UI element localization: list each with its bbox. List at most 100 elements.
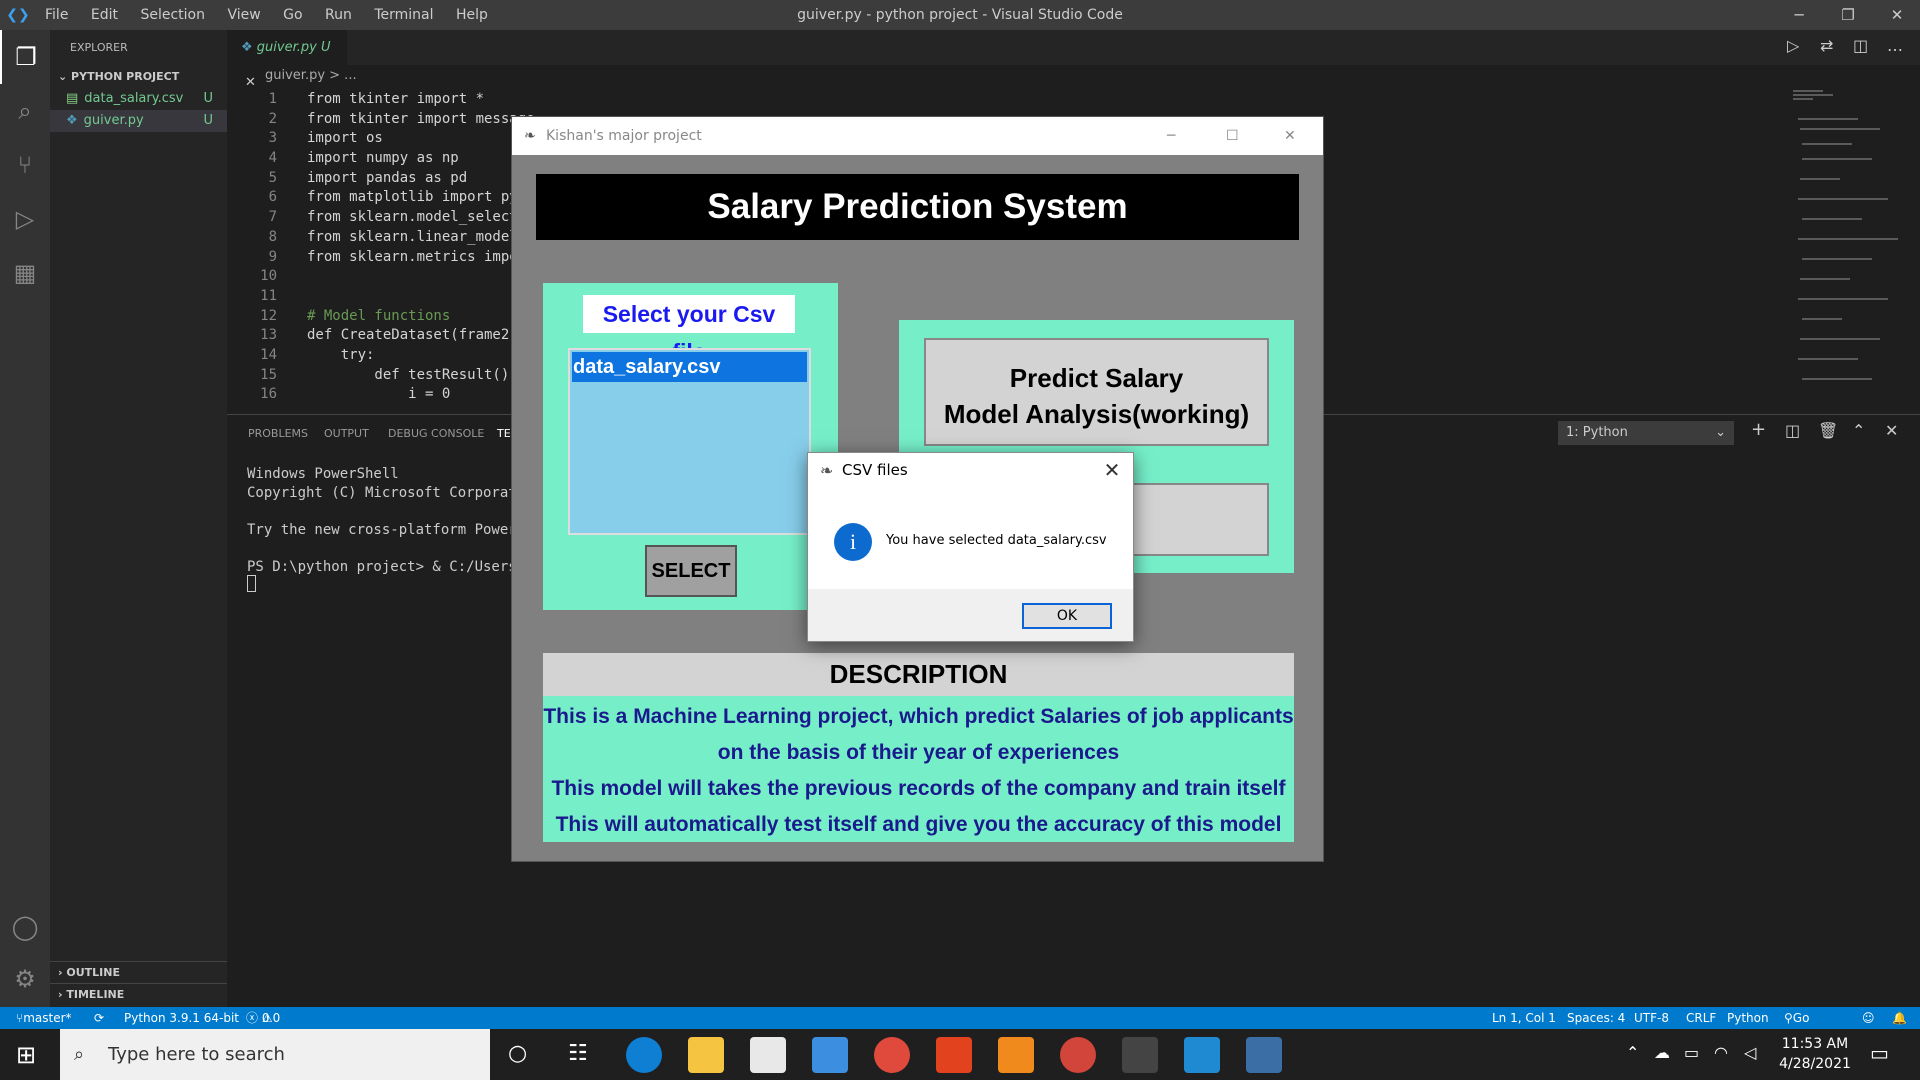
menu-run[interactable]: Run [325, 7, 352, 23]
maximize-panel-icon[interactable]: ⌃ [1852, 421, 1865, 440]
code-text: from matplotlib import pypl [307, 189, 535, 206]
outline-section[interactable]: › OUTLINE [50, 961, 227, 983]
search-placeholder: Type here to search [108, 1044, 285, 1065]
dialog-close-icon[interactable]: ✕ [1092, 453, 1132, 487]
close-icon[interactable]: ✕ [1874, 0, 1920, 30]
battery-icon[interactable]: ▭ [1684, 1043, 1699, 1062]
select-button[interactable]: SELECT [645, 545, 737, 597]
volume-icon[interactable]: ◁ [1744, 1043, 1756, 1062]
tab-problems[interactable]: PROBLEMS [248, 427, 308, 440]
line-number: 11 [260, 287, 277, 304]
minimap[interactable] [1788, 88, 1908, 408]
explorer-icon[interactable]: ❐ [0, 30, 50, 84]
csv-listbox[interactable]: data_salary.csv [568, 348, 811, 535]
vlc-icon[interactable] [998, 1037, 1034, 1073]
tray-chevron-icon[interactable]: ⌃ [1626, 1043, 1639, 1062]
sync-icon[interactable]: ⟳ [94, 1007, 104, 1029]
chrome-icon[interactable] [874, 1037, 910, 1073]
menu-selection[interactable]: Selection [140, 7, 205, 23]
description-line-4: This will automatically test itself and … [555, 813, 1282, 836]
run-debug-icon[interactable]: ▷ [0, 192, 50, 246]
chevron-down-icon: ⌄ [1715, 425, 1726, 440]
ok-button[interactable]: OK [1022, 603, 1112, 629]
predict-salary-button[interactable]: Predict Salary Model Analysis(working) [924, 338, 1269, 446]
clock[interactable]: 11:53 AM 4/28/2021 [1775, 1034, 1855, 1074]
tk-minimize-icon[interactable]: ─ [1167, 117, 1175, 155]
split-editor-icon[interactable]: ◫ [1853, 36, 1868, 55]
tk-maximize-icon[interactable]: ☐ [1226, 117, 1239, 155]
tab-debug-console[interactable]: DEBUG CONSOLE [388, 427, 484, 440]
tk-close-icon[interactable]: ✕ [1284, 117, 1296, 155]
tab-output[interactable]: OUTPUT [324, 427, 369, 440]
tab-terminal[interactable]: TE [497, 427, 511, 440]
gear-icon[interactable]: ⚙ [0, 952, 50, 1006]
file-name: guiver.py [83, 113, 144, 128]
code-text: from sklearn.linear_model i [307, 228, 535, 245]
restore-icon[interactable]: ❐ [1825, 0, 1871, 30]
error-count: 0 [261, 1011, 270, 1025]
menu-edit[interactable]: Edit [91, 7, 118, 23]
terminal-output[interactable]: Windows PowerShell Copyright (C) Microso… [247, 465, 525, 576]
feedback-icon[interactable]: ☺ [1862, 1007, 1875, 1029]
encoding[interactable]: UTF-8 [1634, 1007, 1669, 1029]
wifi-icon[interactable]: ◠ [1714, 1043, 1728, 1062]
menu-file[interactable]: File [45, 7, 68, 23]
project-section[interactable]: ⌄ PYTHON PROJECT [50, 66, 227, 88]
more-actions-icon[interactable]: … [1887, 36, 1903, 55]
file-explorer-icon[interactable] [688, 1037, 724, 1073]
indentation[interactable]: Spaces: 4 [1567, 1007, 1625, 1029]
bell-icon[interactable]: 🔔 [1892, 1007, 1907, 1029]
edge-icon[interactable] [626, 1037, 662, 1073]
code-line[interactable]: 1 from tkinter import * [227, 90, 1787, 110]
timeline-section[interactable]: › TIMELINE [50, 983, 227, 1005]
close-panel-icon[interactable]: ✕ [1885, 421, 1898, 440]
outline-label: OUTLINE [66, 966, 120, 979]
breadcrumb[interactable]: guiver.py > ... [227, 65, 357, 87]
search-icon[interactable]: ⌕ [0, 84, 50, 138]
split-terminal-icon[interactable]: ◫ [1785, 421, 1800, 440]
python-file-icon: ❖ [66, 113, 78, 128]
menu-go[interactable]: Go [283, 7, 302, 23]
problems-status[interactable]: ⓧ 0 ⚠ 0 [246, 1007, 280, 1029]
tab-guiver[interactable]: ❖ guiver.py U ✕ [227, 30, 347, 90]
terminal-cursor [247, 575, 256, 592]
search-icon: ⌕ [74, 1044, 85, 1065]
menu-view[interactable]: View [227, 7, 260, 23]
minimize-icon[interactable]: ─ [1776, 0, 1822, 30]
run-icon[interactable]: ▷ [1787, 36, 1799, 55]
source-control-icon[interactable]: ⑂ [0, 138, 50, 192]
eol[interactable]: CRLF [1686, 1007, 1716, 1029]
new-terminal-icon[interactable]: + [1751, 419, 1766, 440]
vscode-taskbar-icon[interactable] [1184, 1037, 1220, 1073]
trash-icon[interactable]: 🗑 [1818, 421, 1838, 440]
terminal-select[interactable]: 1: Python ⌄ [1558, 421, 1734, 445]
python-taskbar-icon[interactable] [1246, 1037, 1282, 1073]
line-number: 9 [268, 248, 277, 265]
language-mode[interactable]: Python [1727, 1007, 1769, 1029]
notifications-icon[interactable]: ▭ [1870, 1041, 1889, 1065]
python-interpreter[interactable]: Python 3.9.1 64-bit [124, 1007, 239, 1029]
account-icon[interactable]: ◯ [0, 900, 50, 954]
onedrive-icon[interactable]: ☁ [1654, 1043, 1670, 1062]
compare-icon[interactable]: ⇄ [1820, 36, 1833, 55]
task-view-icon[interactable]: ☷ [568, 1041, 588, 1066]
file-item-py[interactable]: ❖ guiver.py U [50, 110, 227, 132]
mail-icon[interactable] [812, 1037, 848, 1073]
status-bar: ⑂ master* ⟳ Python 3.9.1 64-bit ⓧ 0 ⚠ 0 … [0, 1007, 1920, 1047]
cursor-position[interactable]: Ln 1, Col 1 [1492, 1007, 1556, 1029]
chrome-profile-icon[interactable] [1060, 1037, 1096, 1073]
branch-status[interactable]: ⑂ master* [16, 1007, 72, 1029]
model-analysis-label: Model Analysis(working) [943, 399, 1250, 429]
menu-help[interactable]: Help [456, 7, 488, 23]
golive-status[interactable]: ⚲ Go Live [1784, 1007, 1817, 1047]
menu-terminal[interactable]: Terminal [374, 7, 433, 23]
windows-start-icon[interactable]: ⊞ [16, 1041, 36, 1069]
listbox-item-selected[interactable]: data_salary.csv [572, 352, 807, 382]
taskbar-search[interactable]: ⌕ Type here to search [60, 1029, 490, 1080]
office-icon[interactable] [936, 1037, 972, 1073]
file-item-csv[interactable]: ▤ data_salary.csv U [50, 88, 227, 110]
store-icon[interactable] [750, 1037, 786, 1073]
extensions-icon[interactable]: ▦ [0, 246, 50, 300]
cortana-icon[interactable]: ○ [508, 1041, 527, 1066]
terminal-icon[interactable] [1122, 1037, 1158, 1073]
